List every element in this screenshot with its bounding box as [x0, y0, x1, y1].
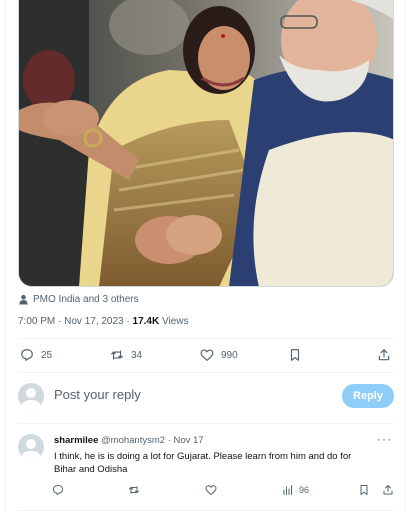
retweet-count: 34 [131, 349, 143, 361]
reply-composer: Post your reply Reply [18, 381, 394, 411]
avatar[interactable] [18, 434, 44, 460]
share-button[interactable] [377, 345, 391, 365]
reply-author-handle[interactable]: @mohantysm2 [101, 435, 165, 446]
more-icon[interactable]: ··· [377, 432, 392, 446]
views-label: Views [161, 316, 189, 327]
bookmark-icon [290, 349, 300, 361]
views-count: 17.4K [132, 316, 160, 327]
reply-date[interactable]: · Nov 17 [168, 435, 204, 446]
share-icon [378, 349, 390, 361]
tagged-people-label: PMO India and 3 others [33, 293, 139, 305]
tweet-photo[interactable] [18, 0, 394, 287]
share-button[interactable] [382, 484, 394, 496]
reply-button[interactable]: 25 [20, 345, 52, 365]
avatar[interactable] [18, 383, 44, 409]
tweet-meta: 7:00 PM · Nov 17, 2023 · 17.4K Views [18, 316, 188, 327]
tweet-time[interactable]: 7:00 PM · Nov 17, 2023 [18, 316, 124, 327]
tweet-action-bar: 25 34 990 [18, 345, 394, 367]
reply-author-name[interactable]: sharmilee [54, 435, 98, 446]
reply-action-bar: 96 [52, 484, 394, 500]
retweet-button[interactable]: 34 [110, 345, 142, 365]
divider [18, 510, 394, 511]
like-count: 990 [221, 349, 238, 361]
bookmark-button[interactable] [288, 345, 302, 365]
default-avatar-icon [21, 439, 41, 460]
default-avatar-icon [21, 388, 41, 409]
reply-count: 25 [41, 349, 53, 361]
reply-text: I think, he is is doing a lot for Gujara… [54, 451, 352, 475]
bookmark-button[interactable] [358, 484, 370, 496]
reply-header: sharmilee @mohantysm2 · Nov 17 [54, 435, 204, 446]
views-icon [283, 485, 292, 495]
divider [18, 338, 394, 339]
reply-icon [21, 349, 33, 361]
reply-button[interactable] [52, 484, 64, 496]
like-button[interactable]: 990 [200, 345, 238, 365]
reply-input[interactable]: Post your reply [54, 387, 141, 402]
views-button[interactable]: 96 [282, 484, 309, 496]
reply-tweet[interactable]: sharmilee @mohantysm2 · Nov 17 ··· I thi… [18, 432, 394, 508]
retweet-icon [111, 350, 123, 360]
like-icon [200, 349, 214, 361]
bookmark-icon [360, 485, 368, 495]
divider [18, 423, 394, 424]
tagged-people[interactable]: PMO India and 3 others [18, 292, 139, 306]
retweet-button[interactable] [128, 484, 140, 496]
reply-icon [53, 485, 63, 495]
person-icon [19, 294, 28, 305]
retweet-icon [129, 486, 139, 494]
reply-submit-button[interactable]: Reply [342, 384, 394, 408]
like-icon [205, 485, 217, 495]
share-icon [383, 485, 393, 495]
meta-separator: · [123, 316, 133, 327]
like-button[interactable] [205, 484, 217, 496]
reply-views-count: 96 [299, 485, 310, 495]
divider [18, 372, 394, 373]
photo-image [19, 0, 393, 286]
